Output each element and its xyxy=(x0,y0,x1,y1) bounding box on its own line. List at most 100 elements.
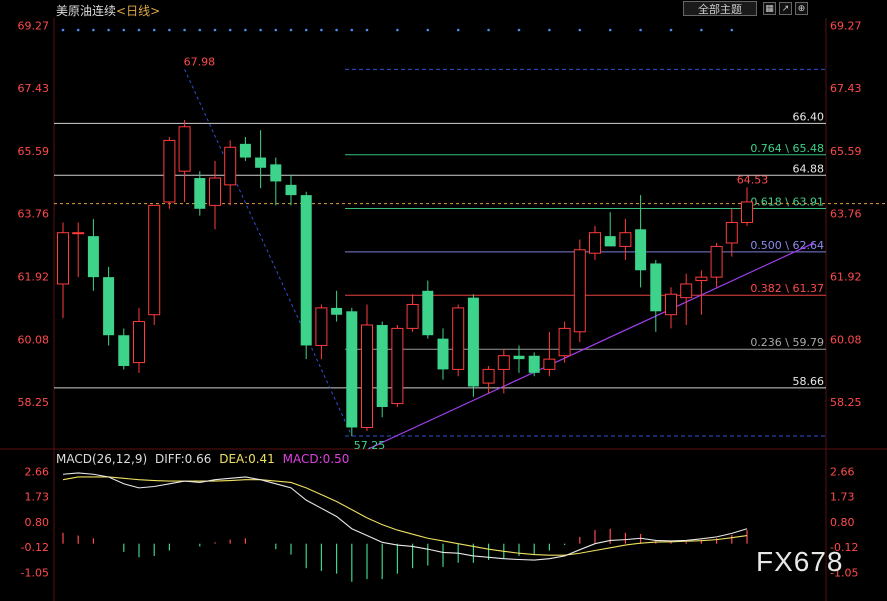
candle-body xyxy=(422,290,434,336)
y-tick-left: 63.76 xyxy=(18,208,50,221)
candle-body xyxy=(680,283,693,299)
candle-body xyxy=(452,307,465,370)
y-tick-left: 58.25 xyxy=(18,396,50,409)
y-tick-right: 63.76 xyxy=(830,208,862,221)
macd-y-tick-right: 1.73 xyxy=(830,491,855,504)
signal-dot xyxy=(76,28,80,32)
candle-body xyxy=(391,327,404,405)
y-tick-left: 60.08 xyxy=(18,333,50,346)
candle-body xyxy=(224,146,237,186)
signal-dot xyxy=(639,28,642,32)
macd-y-tick-right: 0.80 xyxy=(830,516,855,529)
diff-value: DIFF:0.66 xyxy=(154,452,212,466)
candle-body xyxy=(710,245,723,278)
y-tick-right: 58.25 xyxy=(830,396,862,409)
down-trendline xyxy=(184,69,353,437)
signal-dot xyxy=(274,28,278,32)
macd-y-tick-left: 0.80 xyxy=(25,516,50,529)
signal-dot xyxy=(669,28,673,32)
signal-dot xyxy=(578,28,582,32)
signal-dot xyxy=(700,28,703,32)
dea-value: DEA:0.41 xyxy=(219,452,275,466)
signal-dot xyxy=(289,28,293,32)
y-tick-left: 65.59 xyxy=(18,145,50,158)
candle-body xyxy=(665,293,677,316)
candle-body xyxy=(619,232,632,247)
candle-body xyxy=(573,249,586,333)
signal-dot xyxy=(122,28,126,32)
macd-params: MACD(26,12,9) xyxy=(56,452,148,466)
level-label: 0.382 \ 61.37 xyxy=(750,282,824,295)
level-label: 0.236 \ 59.79 xyxy=(750,336,824,349)
signal-dot xyxy=(244,28,247,32)
candle-body xyxy=(239,143,251,158)
level-label: 0.500 \ 62.64 xyxy=(750,239,824,252)
candle-body xyxy=(482,368,495,384)
y-tick-right: 60.08 xyxy=(830,333,862,346)
candle-body xyxy=(118,335,130,366)
macd-legend: MACD(26,12,9) DIFF:0.66 DEA:0.41 MACD:0.… xyxy=(56,452,353,466)
signal-dot xyxy=(228,28,232,32)
candle-body xyxy=(528,355,540,373)
y-tick-right: 61.92 xyxy=(830,270,862,283)
candle-body xyxy=(209,177,221,206)
level-label: 66.40 xyxy=(793,110,825,123)
candle-body xyxy=(589,232,601,254)
signal-dot xyxy=(107,28,110,32)
signal-dot xyxy=(168,28,171,32)
y-tick-left: 61.92 xyxy=(18,270,50,283)
signal-dot xyxy=(608,28,612,32)
y-tick-right: 69.27 xyxy=(830,19,862,32)
macd-y-tick-left: -0.12 xyxy=(21,541,49,554)
signal-dot xyxy=(487,28,490,32)
candle-body xyxy=(361,324,373,428)
candle-body xyxy=(103,277,115,336)
level-label: 0.618 \ 63.91 xyxy=(750,195,824,208)
signal-dot xyxy=(304,28,308,32)
candle-body xyxy=(72,232,85,235)
candle-body xyxy=(87,236,99,278)
macd-y-tick-left: 2.66 xyxy=(25,465,50,478)
y-tick-right: 65.59 xyxy=(830,145,862,158)
candle-body xyxy=(376,324,388,407)
candle-body xyxy=(725,221,738,244)
chart-stage: 美原油连续<日线> 全部主题 ▦ ↗ ⊕ 69.27 69.27 67.43 67.4… xyxy=(0,0,887,601)
candle-body xyxy=(543,358,556,370)
macd-value: MACD:0.50 xyxy=(282,452,350,466)
signal-dot xyxy=(259,28,262,32)
candle-body xyxy=(346,311,358,428)
signal-dot xyxy=(183,28,186,32)
level-label: 58.66 xyxy=(793,375,825,388)
recent-high-label: 64.53 xyxy=(737,173,769,186)
signal-dot xyxy=(92,28,95,32)
candle-body xyxy=(497,355,510,370)
macd-y-tick-left: 1.73 xyxy=(25,491,50,504)
candle-body xyxy=(285,184,297,196)
candle-body xyxy=(604,236,616,247)
candle-body xyxy=(133,321,145,364)
signal-dot xyxy=(198,28,202,32)
candle-body xyxy=(194,178,206,209)
candle-body xyxy=(57,232,69,285)
y-tick-left: 67.43 xyxy=(18,82,50,95)
signal-dot xyxy=(61,28,65,32)
diff-line xyxy=(62,472,748,561)
candle-body xyxy=(437,338,449,370)
macd-y-tick-right: 2.66 xyxy=(830,465,855,478)
signal-dot xyxy=(320,28,323,32)
signal-dot xyxy=(152,28,156,32)
candle-body xyxy=(695,276,708,282)
swing-low-label: 57.25 xyxy=(354,439,386,452)
candle-body xyxy=(635,229,647,271)
up-trendline xyxy=(367,242,815,450)
candle-body xyxy=(300,195,312,346)
signal-dot xyxy=(335,28,338,32)
signal-dot xyxy=(396,28,399,32)
level-label: 64.88 xyxy=(793,162,825,175)
candle-body xyxy=(255,157,267,168)
signal-dot xyxy=(365,28,369,32)
candle-body xyxy=(315,307,328,346)
candle-body xyxy=(513,355,525,360)
candle-body xyxy=(148,204,161,316)
candle-body xyxy=(331,307,343,315)
